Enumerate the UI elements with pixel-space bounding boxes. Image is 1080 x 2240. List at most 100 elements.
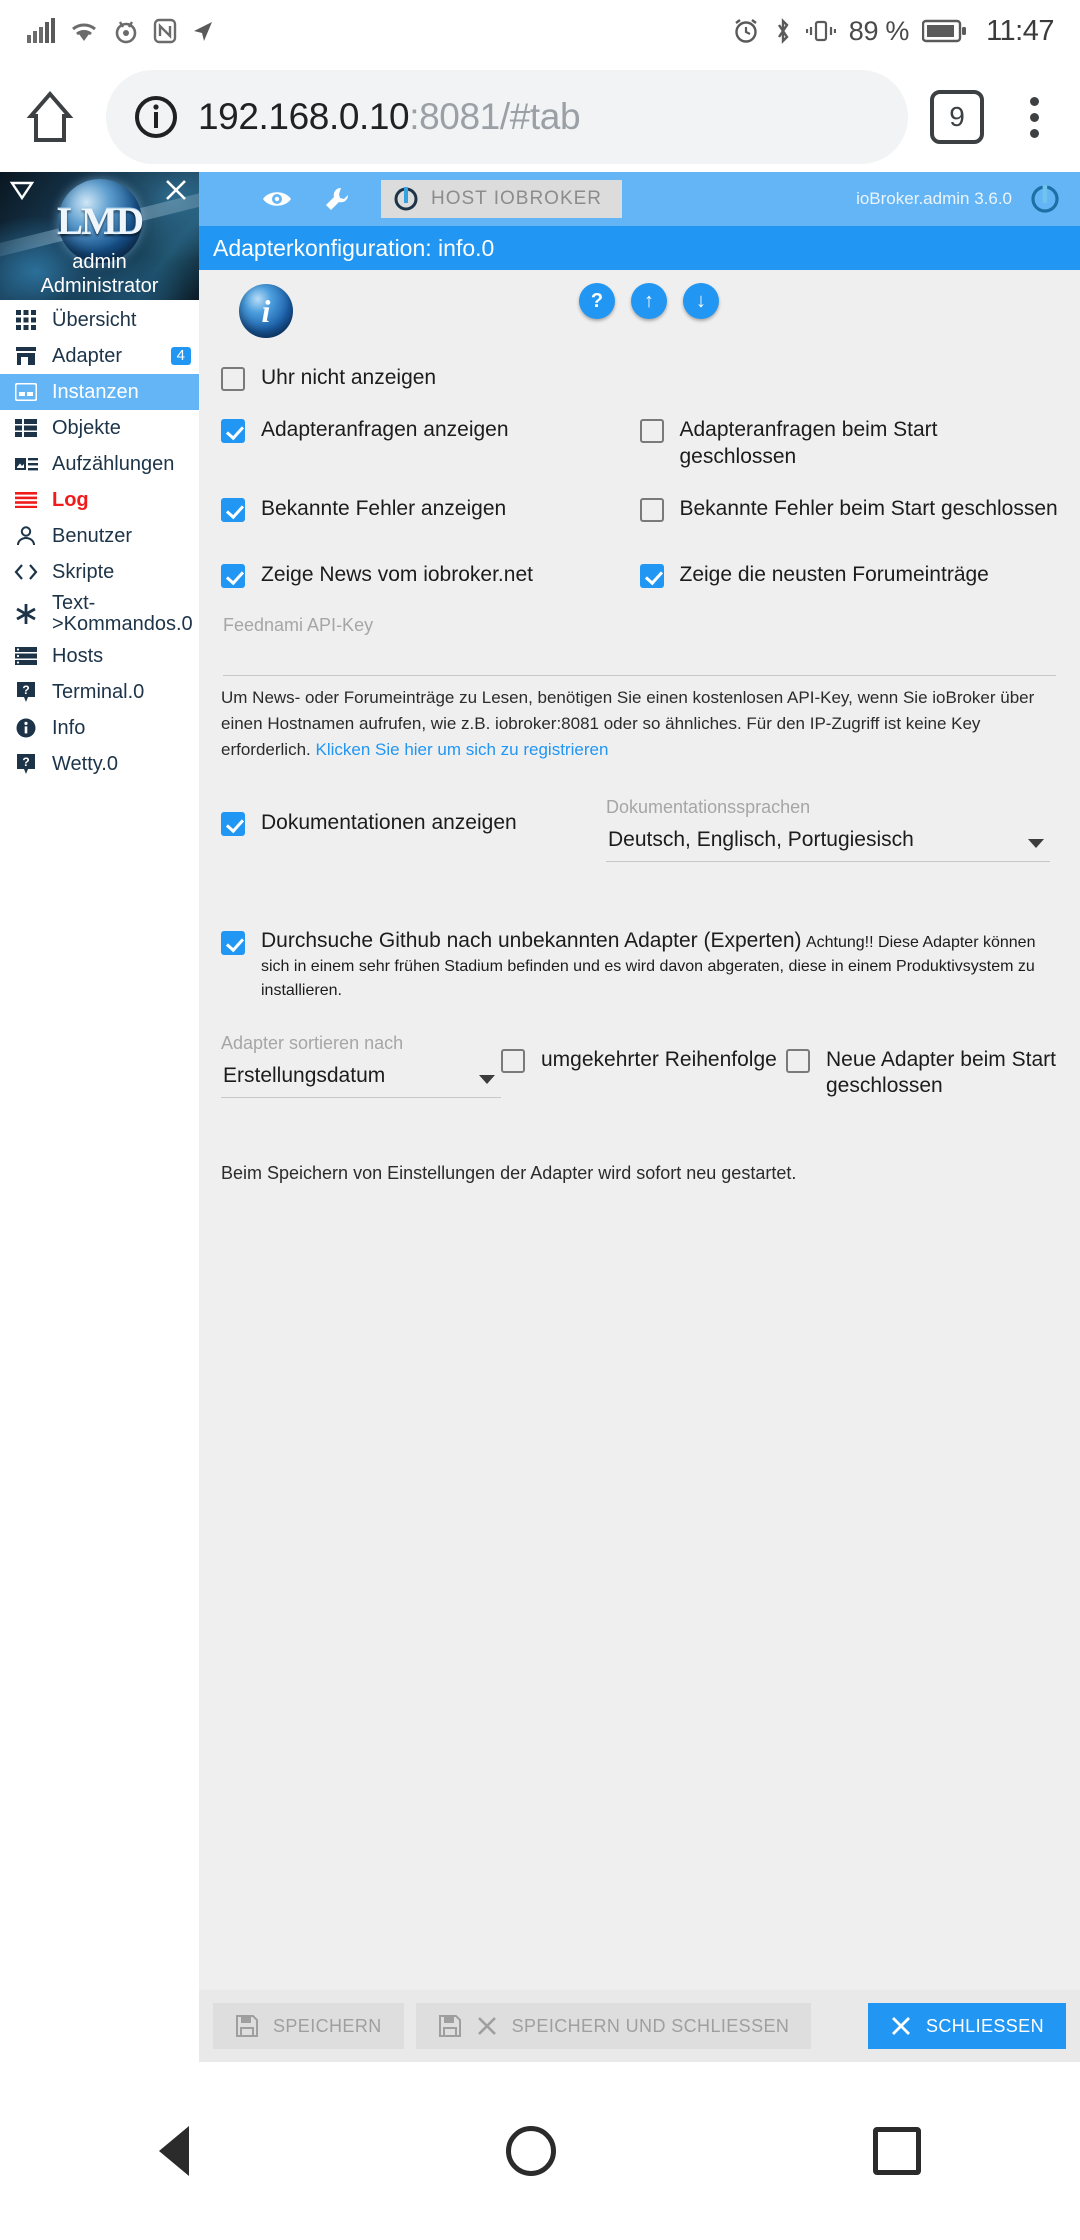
checkbox-label: Dokumentationen anzeigen <box>261 810 517 834</box>
checkbox-box[interactable] <box>221 930 245 955</box>
save-button[interactable]: SPEICHERN <box>213 2003 404 2049</box>
checkbox-github-search[interactable]: Durchsuche Github nach unbekannten Adapt… <box>221 916 1058 1003</box>
sidebar-item-skripte[interactable]: Skripte <box>0 554 199 590</box>
checkbox-show-news[interactable]: Zeige News vom iobroker.net <box>221 549 640 601</box>
location-icon <box>194 22 212 41</box>
sidebar: LMD admin Administrator Übersicht Adapte… <box>0 172 199 2062</box>
signal-icon <box>27 18 55 43</box>
save-and-close-button-label: SPEICHERN UND SCHLIESSEN <box>511 2015 790 2036</box>
question-icon: ? <box>13 753 39 775</box>
android-status-bar: 89 % 11:47 <box>0 0 1080 62</box>
kebab-dot <box>1029 128 1039 138</box>
checkbox-box[interactable] <box>639 497 664 522</box>
home-button-icon[interactable] <box>505 2126 556 2176</box>
sidebar-username: admin <box>72 251 127 273</box>
checkbox-box[interactable] <box>639 564 664 588</box>
phone-screen: 89 % 11:47 192.168.0.10:8081/#tab 9 LMD … <box>0 0 1080 2240</box>
config-form: i ? ↑ ↓ Uhr nicht anzeigen Adapteranfrag… <box>199 270 1080 2062</box>
sidebar-item-label: Instanzen <box>52 380 139 403</box>
sidebar-item-label: Hosts <box>52 644 104 667</box>
url-text[interactable]: 192.168.0.10:8081/#tab <box>198 96 581 138</box>
docs-lang-label: Dokumentationssprachen <box>606 796 811 817</box>
sidebar-item-adapter[interactable]: Adapter 4 <box>0 338 199 374</box>
settings-button[interactable] <box>307 186 367 212</box>
upload-button[interactable]: ↑ <box>631 283 667 319</box>
checkbox-new-adapters-closed[interactable]: Neue Adapter beim Start geschlossen <box>786 1047 1058 1100</box>
grid-icon <box>13 310 39 330</box>
sidebar-item-hosts[interactable]: Hosts <box>0 638 199 674</box>
checkbox-box[interactable] <box>786 1048 810 1073</box>
checkbox-box[interactable] <box>639 419 664 444</box>
iobroker-badge-icon <box>1031 185 1059 213</box>
host-selector-chip[interactable]: HOST IOBROKER <box>381 180 623 218</box>
recents-button-icon[interactable] <box>873 2127 922 2175</box>
wifi-icon <box>72 23 96 41</box>
svg-text:?: ? <box>22 683 29 697</box>
eye-button[interactable] <box>247 189 307 209</box>
download-button[interactable]: ↓ <box>683 283 719 319</box>
sidebar-item-label: Objekte <box>52 416 121 439</box>
register-link[interactable]: Klicken Sie hier um sich zu registrieren <box>316 740 609 759</box>
checkbox-label: Adapteranfragen beim Start geschlossen <box>679 418 938 468</box>
page-title-text: Adapterkonfiguration: info.0 <box>213 234 495 261</box>
wrench-icon <box>326 187 349 210</box>
checkbox-hide-clock[interactable]: Uhr nicht anzeigen <box>221 352 640 404</box>
checkbox-row: Adapteranfragen anzeigen Adapteranfragen… <box>221 404 1058 483</box>
apikey-input[interactable] <box>223 640 1056 677</box>
close-sidebar-button[interactable] <box>163 177 189 208</box>
sidebar-item-log[interactable]: Log <box>0 482 199 518</box>
checkbox-reverse-order[interactable]: umgekehrter Reihenfolge <box>501 1047 786 1073</box>
docs-lang-value[interactable]: Deutsch, Englisch, Portugiesisch <box>606 822 1050 862</box>
sort-select-field[interactable]: Adapter sortieren nach Erstellungsdatum <box>221 1033 501 1098</box>
checkbox-show-forum[interactable]: Zeige die neusten Forumeinträge <box>639 549 1059 601</box>
collapse-sidebar-button[interactable] <box>9 179 35 206</box>
sidebar-item-aufzaehlungen[interactable]: Aufzählungen <box>0 446 199 482</box>
sort-value[interactable]: Erstellungsdatum <box>221 1058 501 1098</box>
sidebar-item-objekte[interactable]: Objekte <box>0 410 199 446</box>
back-button-icon[interactable] <box>158 2126 189 2176</box>
checkbox-show-known-errors[interactable]: Bekannte Fehler anzeigen <box>221 483 640 535</box>
apikey-field[interactable]: Feednami API-Key <box>221 601 1058 677</box>
checkbox-errors-closed[interactable]: Bekannte Fehler beim Start geschlossen <box>639 483 1059 535</box>
docs-lang-select[interactable]: Deutsch, Englisch, Portugiesisch <box>606 822 1050 862</box>
sidebar-item-wetty[interactable]: ? Wetty.0 <box>0 746 199 782</box>
adapter-update-badge: 4 <box>170 347 191 365</box>
close-button[interactable]: SCHLIESSEN <box>867 2003 1066 2049</box>
battery-percent-label: 89 % <box>848 15 910 46</box>
sidebar-item-uebersicht[interactable]: Übersicht <box>0 302 199 338</box>
checkbox-show-docs[interactable]: Dokumentationen anzeigen <box>221 797 606 849</box>
url-bar[interactable]: 192.168.0.10:8081/#tab <box>106 70 908 164</box>
chevron-down-triangle-icon <box>9 181 35 201</box>
checkbox-requests-closed[interactable]: Adapteranfragen beim Start geschlossen <box>639 404 1059 483</box>
checkbox-box[interactable] <box>221 367 245 391</box>
browser-toolbar: 192.168.0.10:8081/#tab 9 <box>0 62 1080 172</box>
browser-menu-button[interactable] <box>1006 96 1062 138</box>
checkbox-box[interactable] <box>221 811 245 836</box>
sidebar-item-label: Adapter <box>52 344 123 367</box>
checkbox-row: Zeige News vom iobroker.net Zeige die ne… <box>221 535 1058 601</box>
home-button[interactable] <box>0 88 100 146</box>
sidebar-item-text-kommandos[interactable]: Text->Kommandos.0 <box>0 590 199 638</box>
instances-icon <box>13 383 39 401</box>
question-icon: ? <box>13 681 39 703</box>
checkbox-box[interactable] <box>221 497 245 522</box>
sidebar-menu: Übersicht Adapter 4 Instanzen Objekte Au… <box>0 300 199 782</box>
checkbox-box[interactable] <box>221 564 245 588</box>
sidebar-item-benutzer[interactable]: Benutzer <box>0 518 199 554</box>
android-nav-bar <box>0 2062 1080 2240</box>
sidebar-item-terminal[interactable]: ? Terminal.0 <box>0 674 199 710</box>
checkbox-show-requests[interactable]: Adapteranfragen anzeigen <box>221 404 640 456</box>
site-info-icon[interactable] <box>132 93 180 141</box>
help-button[interactable]: ? <box>579 283 615 319</box>
chevron-down-icon[interactable] <box>479 1074 495 1084</box>
checkbox-label: Neue Adapter beim Start geschlossen <box>826 1047 1056 1097</box>
status-bar-clock: 11:47 <box>986 14 1054 47</box>
sidebar-item-info[interactable]: Info <box>0 710 199 746</box>
checkbox-box[interactable] <box>221 419 245 444</box>
tab-counter-button[interactable]: 9 <box>930 90 984 144</box>
save-and-close-button[interactable]: SPEICHERN UND SCHLIESSEN <box>415 2003 812 2049</box>
checkbox-box[interactable] <box>501 1048 525 1073</box>
svg-text:?: ? <box>22 755 29 769</box>
sidebar-item-instanzen[interactable]: Instanzen <box>0 374 199 410</box>
chevron-down-icon[interactable] <box>1027 838 1044 848</box>
